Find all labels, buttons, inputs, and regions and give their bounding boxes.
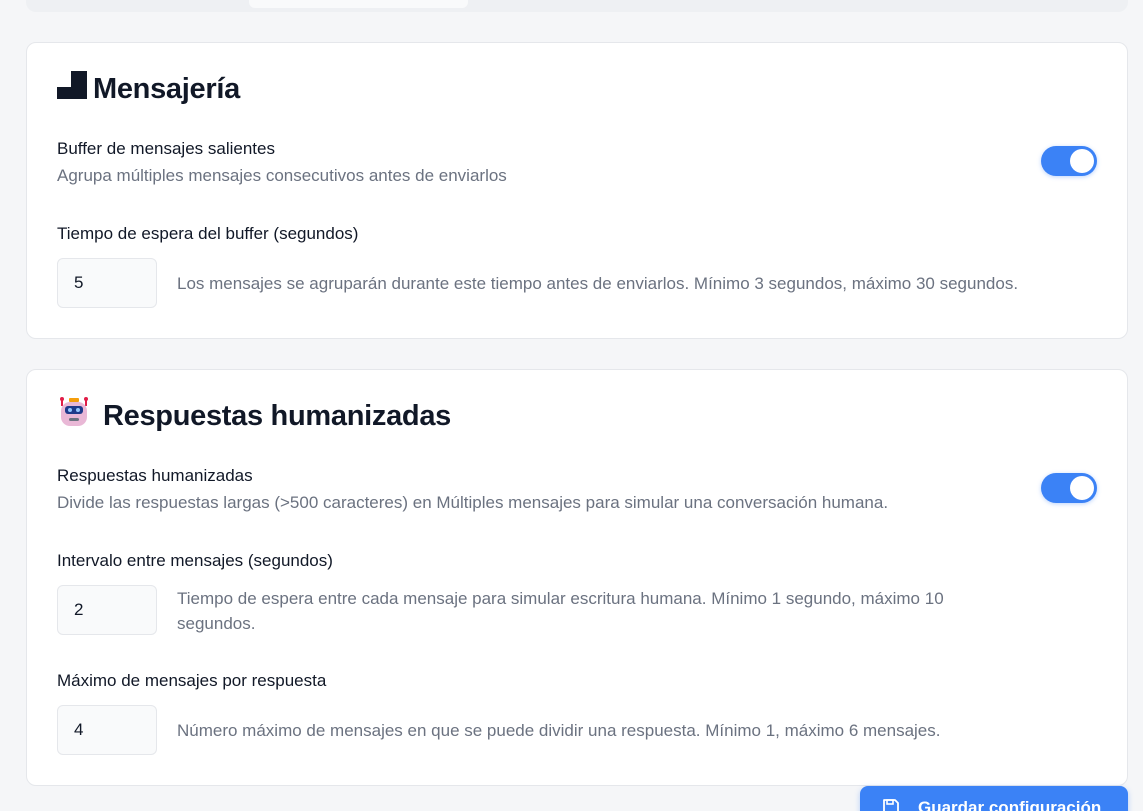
humanized-description: Divide las respuestas largas (>500 carac… — [57, 493, 889, 512]
top-panel-edge — [26, 0, 1128, 12]
interval-hint-line2: segundos. — [177, 614, 256, 633]
robot-icon — [57, 396, 91, 436]
wait-label: Tiempo de espera del buffer (segundos) — [57, 224, 359, 243]
humanized-card: Respuestas humanizadas Respuestas humani… — [26, 369, 1128, 786]
max-messages-input[interactable]: 4 — [57, 705, 157, 755]
humanized-title: Respuestas humanizadas — [57, 396, 451, 436]
wait-seconds-input[interactable]: 5 — [57, 258, 157, 308]
max-messages-hint: Número máximo de mensajes en que se pued… — [177, 721, 941, 740]
max-messages-label: Máximo de mensajes por respuesta — [57, 671, 327, 690]
humanized-toggle[interactable] — [1041, 473, 1097, 503]
toggle-knob — [1070, 149, 1094, 173]
interval-hint: Tiempo de espera entre cada mensaje para… — [177, 586, 944, 636]
buffer-label: Buffer de mensajes salientes — [57, 139, 275, 158]
buffer-description: Agrupa múltiples mensajes consecutivos a… — [57, 166, 507, 185]
save-button-label: Guardar configuración — [918, 798, 1102, 811]
toggle-knob — [1070, 476, 1094, 500]
stairs-icon — [57, 71, 87, 107]
humanized-title-text: Respuestas humanizadas — [103, 399, 451, 432]
save-icon — [882, 798, 900, 811]
wait-hint: Los mensajes se agruparán durante este t… — [177, 274, 1019, 293]
buffer-toggle[interactable] — [1041, 146, 1097, 176]
messaging-title-text: Mensajería — [93, 72, 240, 105]
interval-label: Intervalo entre mensajes (segundos) — [57, 551, 333, 570]
top-tab-edge — [249, 0, 468, 8]
messaging-title: Mensajería — [57, 71, 240, 107]
messaging-card: Mensajería Buffer de mensajes salientes … — [26, 42, 1128, 339]
interval-seconds-input[interactable]: 2 — [57, 585, 157, 635]
interval-hint-line1: Tiempo de espera entre cada mensaje para… — [177, 589, 944, 608]
humanized-label: Respuestas humanizadas — [57, 466, 253, 485]
save-button[interactable]: Guardar configuración — [860, 786, 1128, 811]
